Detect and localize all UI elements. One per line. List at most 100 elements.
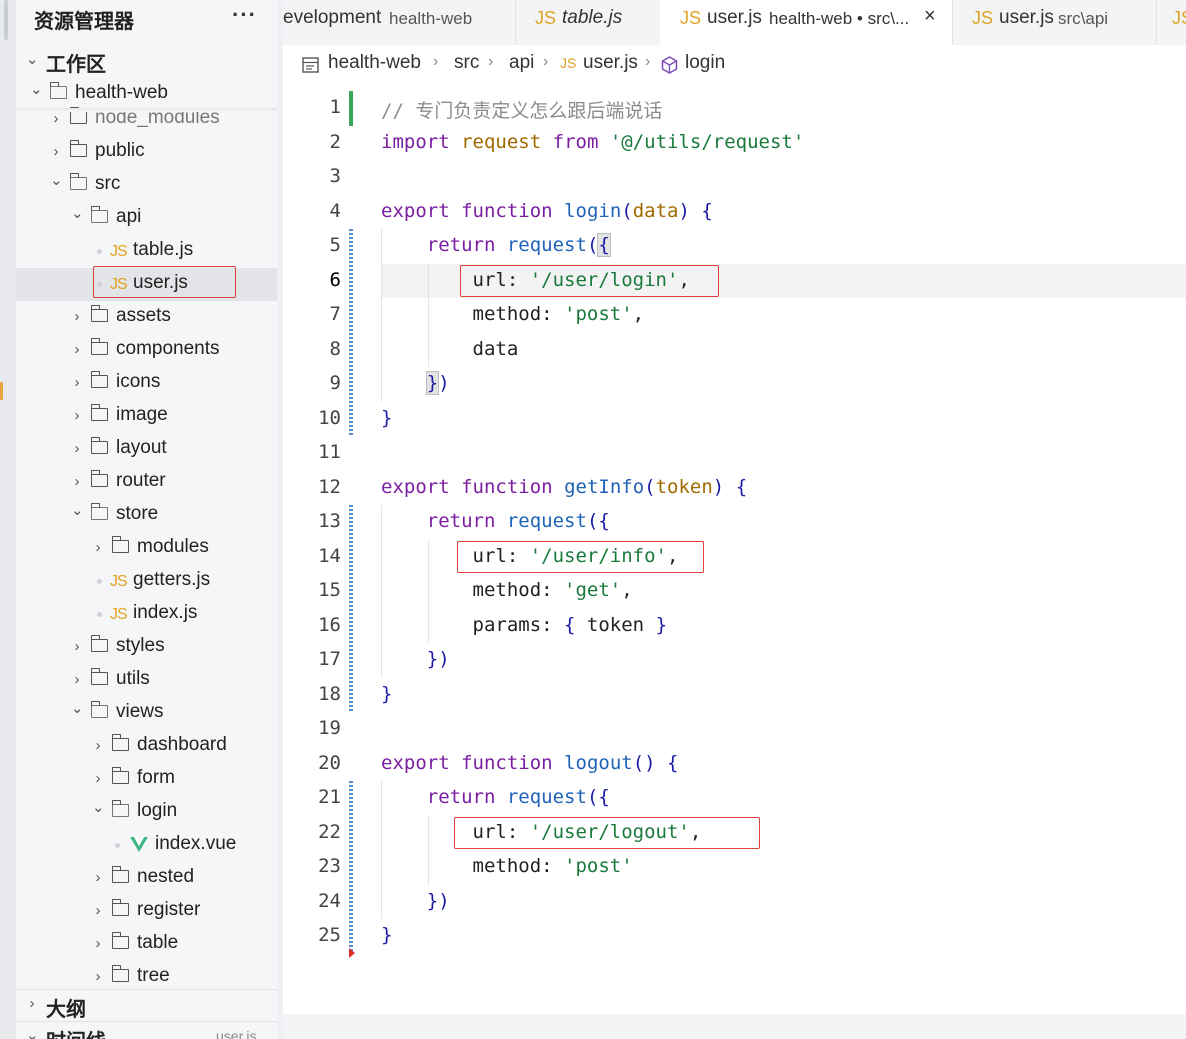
tree-item-table-js[interactable]: JS table.js: [16, 235, 277, 268]
tree-item-public[interactable]: › public: [16, 136, 277, 169]
tree-item-api[interactable]: ⌄ api: [16, 202, 277, 235]
folder-icon: [111, 536, 129, 553]
tree-item-login[interactable]: ⌄ login: [16, 796, 277, 829]
tree-item-table[interactable]: › table: [16, 928, 277, 961]
chevron-right-icon: ›: [95, 968, 101, 985]
tree-item-layout[interactable]: › layout: [16, 433, 277, 466]
indent-guide: [428, 815, 429, 885]
folder-icon: [90, 470, 108, 487]
tab-user-js-active[interactable]: JS user.js health-web • src\... ×: [660, 0, 953, 45]
tree-item-nested[interactable]: › nested: [16, 862, 277, 895]
project-icon: [302, 57, 319, 73]
tree-item-styles[interactable]: › styles: [16, 631, 277, 664]
tree-item-views[interactable]: ⌄ views: [16, 697, 277, 730]
tree-item-router[interactable]: › router: [16, 466, 277, 499]
js-file-icon: JS: [110, 573, 128, 590]
tree-item-modules[interactable]: › modules: [16, 532, 277, 565]
tree-item-assets[interactable]: › assets: [16, 301, 277, 334]
annotation-box: [93, 266, 236, 298]
tab-name: user.js: [707, 7, 762, 28]
timeline-section[interactable]: ⌄ 时间线 user.js: [16, 1021, 277, 1039]
breadcrumb-file[interactable]: user.js: [583, 52, 638, 74]
tree-item-index-js[interactable]: JS index.js: [16, 598, 277, 631]
code-line: 15 method: 'get',: [283, 574, 1186, 608]
tree-item-register[interactable]: › register: [16, 895, 277, 928]
line-number: 17: [318, 648, 341, 670]
tree-item-getters-js[interactable]: JS getters.js: [16, 565, 277, 598]
line-number: 8: [329, 337, 341, 360]
js-file-icon: JS: [110, 243, 128, 260]
more-actions-icon[interactable]: ···: [232, 2, 257, 28]
chevron-right-icon: ›: [74, 374, 80, 391]
sticky-scroll-shadow: [16, 108, 277, 112]
explorer-title: 资源管理器: [34, 11, 134, 33]
line-number: 21: [318, 786, 341, 808]
line-number: 1: [329, 96, 341, 118]
tree-item-label: utils: [116, 668, 150, 689]
breadcrumb-project[interactable]: health-web: [328, 52, 421, 74]
line-number: 3: [329, 165, 341, 187]
folder-open-icon: [111, 800, 129, 817]
chevron-down-icon: ⌄: [71, 700, 84, 717]
timeline-hint: user.js: [216, 1028, 257, 1039]
close-icon[interactable]: ×: [924, 5, 936, 28]
line-number: 7: [329, 303, 341, 325]
tree-item-store[interactable]: ⌄ store: [16, 499, 277, 532]
line-number: 11: [318, 441, 341, 463]
code-line: 25}: [283, 919, 1186, 953]
code-line: 20 export function logout() {: [283, 747, 1186, 781]
chevron-down-icon: ⌄: [92, 799, 105, 816]
breadcrumb-src[interactable]: src: [454, 52, 479, 74]
breadcrumb-api[interactable]: api: [509, 52, 534, 74]
tree-item-index-vue[interactable]: index.vue: [16, 829, 277, 862]
tab-development[interactable]: evelopment health-web: [283, 0, 516, 45]
tree-item-user-js[interactable]: JS user.js: [16, 266, 277, 301]
tree-item-label: store: [116, 503, 159, 524]
code-line: 21 return request({: [283, 781, 1186, 815]
tree-item-image[interactable]: › image: [16, 400, 277, 433]
outline-section[interactable]: › 大纲: [16, 989, 277, 1021]
chevron-right-icon: ›: [95, 902, 101, 919]
tab-table-js[interactable]: JS table.js: [515, 0, 661, 45]
folder-icon: [111, 965, 129, 982]
tree-item-utils[interactable]: › utils: [16, 664, 277, 697]
chevron-right-icon: ›: [74, 407, 80, 424]
tree-item-label: public: [95, 140, 145, 161]
gutter-added-marker: [349, 91, 353, 126]
annotation-box: [454, 816, 760, 849]
js-file-icon: JS: [1172, 8, 1186, 28]
chevron-right-icon: ›: [95, 539, 101, 556]
folder-open-icon: [69, 173, 87, 190]
line-number: 15: [318, 579, 341, 601]
tree-item-src[interactable]: ⌄ src: [16, 169, 277, 202]
gutter-modified-marker: [349, 505, 353, 712]
chevron-right-icon: ›: [95, 737, 101, 754]
workspace-section[interactable]: ⌄ 工作区: [16, 44, 277, 77]
tree-item-label: table.js: [133, 239, 194, 260]
chevron-right-icon: ›: [74, 473, 80, 490]
indent-guide: [381, 781, 382, 919]
indent-guide: [381, 229, 382, 402]
tree-item-form[interactable]: › form: [16, 763, 277, 796]
code-text: export function getInfo(token) {: [381, 475, 748, 498]
tab-overflow[interactable]: JS: [1156, 0, 1186, 45]
tab-user-js-api[interactable]: JS user.js src\api: [952, 0, 1157, 45]
line-number: 14: [318, 544, 341, 567]
indent-guide: [381, 505, 382, 678]
tree-item-components[interactable]: › components: [16, 334, 277, 367]
chevron-right-icon: ›: [53, 143, 59, 160]
annotation-box: [460, 264, 719, 297]
folder-open-icon: [90, 206, 108, 223]
chevron-right-icon: ›: [95, 869, 101, 886]
folder-icon: [90, 635, 108, 652]
line-number: 18: [318, 682, 341, 705]
chevron-right-icon: ›: [29, 995, 35, 1012]
breadcrumb-symbol[interactable]: login: [685, 52, 725, 74]
tree-item-icons[interactable]: › icons: [16, 367, 277, 400]
tree-item-dashboard[interactable]: › dashboard: [16, 730, 277, 763]
symbol-method-icon: [661, 56, 678, 74]
tree-item-label: getters.js: [133, 569, 211, 590]
code-text: }): [425, 371, 450, 395]
line-number: 16: [318, 613, 341, 636]
folder-icon: [69, 107, 87, 124]
